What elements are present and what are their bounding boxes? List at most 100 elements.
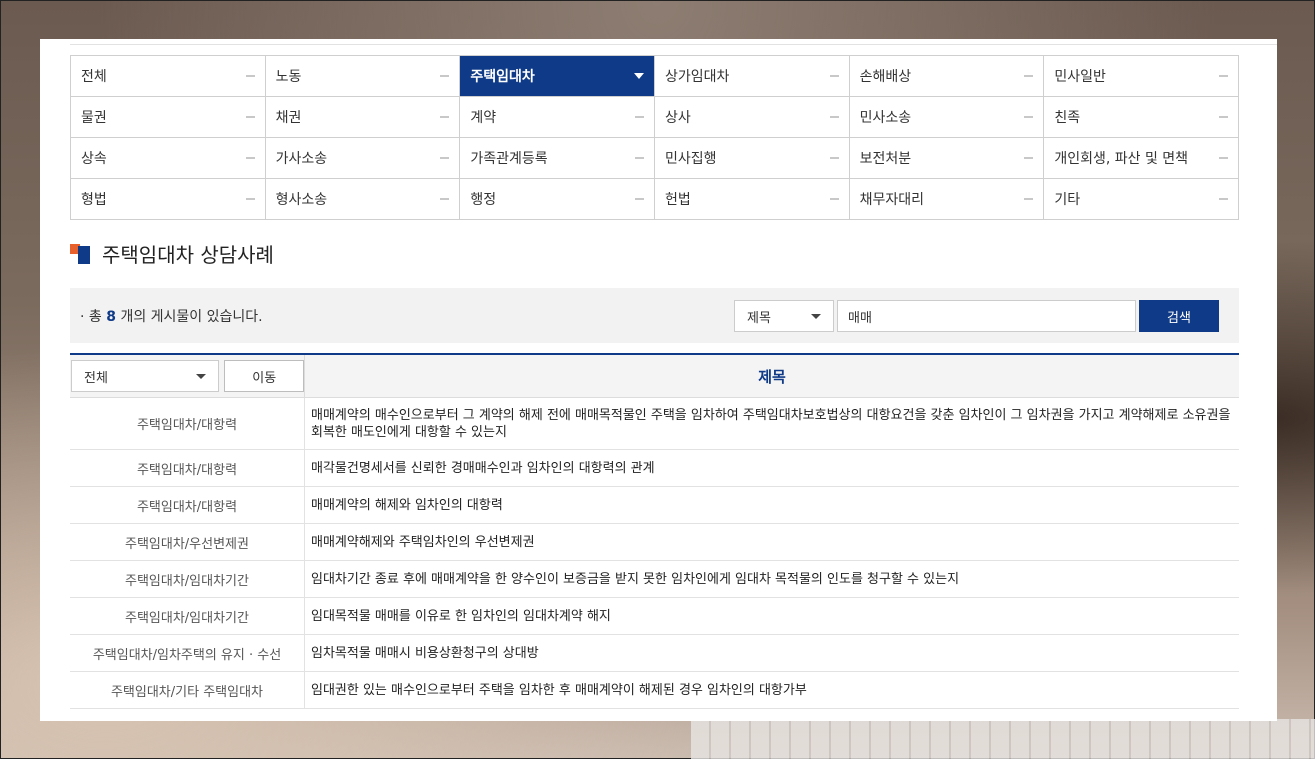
category-label: 민사집행 <box>665 151 717 167</box>
minus-icon <box>440 116 450 118</box>
minus-icon <box>1024 198 1034 200</box>
row-title-link[interactable]: 매각물건명세서를 신뢰한 경매매수인과 임차인의 대항력의 관계 <box>305 450 1239 486</box>
row-category: 주택임대차/임차주택의 유지 · 수선 <box>70 635 305 671</box>
category-label: 상속 <box>81 151 107 167</box>
row-title-link[interactable]: 임차목적물 매매시 비용상환청구의 상대방 <box>305 635 1239 671</box>
minus-icon <box>635 116 644 118</box>
category-label: 친족 <box>1054 110 1081 126</box>
category-item[interactable]: 민사집행 <box>655 138 850 179</box>
row-title-link[interactable]: 임대권한 있는 매수인으로부터 주택을 임차한 후 매매계약이 해제된 경우 임… <box>305 672 1239 708</box>
post-count: · 총 8 개의 게시물이 있습니다. <box>80 308 263 325</box>
row-title-link[interactable]: 매매계약의 매수인으로부터 그 계약의 해제 전에 매매목적물인 주택을 임차하… <box>305 398 1239 449</box>
table-row[interactable]: 주택임대차/대항력 매매계약의 매수인으로부터 그 계약의 해제 전에 매매목적물… <box>70 398 1239 450</box>
minus-icon <box>1024 75 1034 77</box>
minus-icon <box>440 75 450 77</box>
category-item[interactable]: 행정 <box>460 179 655 220</box>
table-row[interactable]: 주택임대차/임차주택의 유지 · 수선 임차목적물 매매시 비용상환청구의 상대방 <box>70 635 1239 672</box>
category-item[interactable]: 손해배상 <box>849 56 1045 97</box>
category-item[interactable]: 가족관계등록 <box>460 138 655 179</box>
category-item[interactable]: 형법 <box>71 179 266 220</box>
search-button[interactable]: 검색 <box>1139 300 1219 332</box>
category-label: 채무자대리 <box>859 192 925 208</box>
category-label: 가족관계등록 <box>470 151 548 167</box>
table-row[interactable]: 주택임대차/임대차기간 임대목적물 매매를 이유로 한 임차인의 임대차계약 해지 <box>70 598 1239 635</box>
row-category: 주택임대차/임대차기간 <box>70 561 305 597</box>
category-label: 가사소송 <box>275 151 328 167</box>
category-item[interactable]: 상속 <box>71 138 266 179</box>
category-label: 보전처분 <box>859 151 912 167</box>
search-bar: · 총 8 개의 게시물이 있습니다. 제목 검색 <box>70 288 1239 343</box>
row-category: 주택임대차/대항력 <box>70 487 305 523</box>
minus-icon <box>1024 116 1034 118</box>
minus-icon <box>245 198 255 200</box>
category-item[interactable]: 노동 <box>265 56 461 97</box>
page-title: 주택임대차 상담사례 <box>102 243 274 267</box>
minus-icon <box>635 198 644 200</box>
post-count-number: 8 <box>106 308 116 325</box>
table-row[interactable]: 주택임대차/우선변제권 매매계약해제와 주택임차인의 우선변제권 <box>70 524 1239 561</box>
minus-icon <box>1219 198 1228 200</box>
category-item[interactable]: 주택임대차 <box>460 56 655 97</box>
table-body: 주택임대차/대항력 매매계약의 매수인으로부터 그 계약의 해제 전에 매매목적물… <box>70 398 1239 709</box>
category-label: 주택임대차 <box>470 69 535 85</box>
minus-icon <box>1219 116 1228 118</box>
category-item[interactable]: 채권 <box>265 97 461 138</box>
category-item[interactable]: 친족 <box>1044 97 1239 138</box>
category-item[interactable]: 헌법 <box>655 179 850 220</box>
table-row[interactable]: 주택임대차/대항력 매각물건명세서를 신뢰한 경매매수인과 임차인의 대항력의 관… <box>70 450 1239 487</box>
row-title-link[interactable]: 임대차기간 종료 후에 매매계약을 한 양수인이 보증금을 받지 못한 임차인에… <box>305 561 1239 597</box>
caret-down-icon <box>634 73 644 79</box>
top-divider <box>70 39 1277 45</box>
row-title-link[interactable]: 매매계약해제와 주택임차인의 우선변제권 <box>305 524 1239 560</box>
category-item[interactable]: 보전처분 <box>849 138 1045 179</box>
row-title-link[interactable]: 임대목적물 매매를 이유로 한 임차인의 임대차계약 해지 <box>305 598 1239 634</box>
minus-icon <box>829 116 839 118</box>
category-item[interactable]: 형사소송 <box>265 179 461 220</box>
minus-icon <box>245 157 255 159</box>
row-category: 주택임대차/대항력 <box>70 450 305 486</box>
category-label: 형사소송 <box>275 192 328 208</box>
category-label: 물권 <box>81 110 107 126</box>
category-item[interactable]: 기타 <box>1044 179 1239 220</box>
content-panel: 전체 노동 주택임대차 상가임대차 손해배상 민사일반물권 채권 계약 상사 민사소송 친족상속 가사… <box>40 39 1277 721</box>
category-label: 상사 <box>665 110 691 126</box>
minus-icon <box>1219 157 1228 159</box>
table-row[interactable]: 주택임대차/임대차기간 임대차기간 종료 후에 매매계약을 한 양수인이 보증금을… <box>70 561 1239 598</box>
row-title-link[interactable]: 매매계약의 해제와 임차인의 대항력 <box>305 487 1239 523</box>
category-label: 형법 <box>81 192 107 208</box>
row-category: 주택임대차/기타 주택임대차 <box>70 672 305 708</box>
category-item[interactable]: 민사소송 <box>849 97 1045 138</box>
category-label: 민사일반 <box>1054 69 1106 85</box>
search-field-select[interactable]: 제목 <box>734 300 834 332</box>
background-photo <box>691 719 1315 759</box>
category-item[interactable]: 전체 <box>71 56 266 97</box>
minus-icon <box>245 116 255 118</box>
table-row[interactable]: 주택임대차/대항력 매매계약의 해제와 임차인의 대항력 <box>70 487 1239 524</box>
category-label: 노동 <box>275 69 302 85</box>
category-item[interactable]: 민사일반 <box>1044 56 1239 97</box>
table-row[interactable]: 주택임대차/기타 주택임대차 임대권한 있는 매수인으로부터 주택을 임차한 후 … <box>70 672 1239 709</box>
category-item[interactable]: 상가임대차 <box>655 56 850 97</box>
minus-icon <box>440 157 450 159</box>
category-item[interactable]: 가사소송 <box>265 138 461 179</box>
category-item[interactable]: 물권 <box>71 97 266 138</box>
minus-icon <box>829 75 839 77</box>
category-filter-select[interactable]: 전체 <box>71 360 220 392</box>
category-item[interactable]: 상사 <box>655 97 850 138</box>
row-category: 주택임대차/임대차기간 <box>70 598 305 634</box>
category-label: 민사소송 <box>859 110 912 126</box>
chevron-down-icon <box>196 373 207 379</box>
category-label: 행정 <box>470 192 497 208</box>
category-item[interactable]: 계약 <box>460 97 655 138</box>
row-category: 주택임대차/대항력 <box>70 398 305 449</box>
table-header: 전체 이동 제목 <box>70 355 1239 398</box>
category-item[interactable]: 개인회생, 파산 및 면책 <box>1044 138 1239 179</box>
category-label: 상가임대차 <box>665 69 730 85</box>
section-heading: 주택임대차 상담사례 <box>70 239 274 268</box>
category-label: 채권 <box>275 110 302 126</box>
category-item[interactable]: 채무자대리 <box>849 179 1045 220</box>
minus-icon <box>440 198 450 200</box>
search-input[interactable] <box>837 300 1136 332</box>
category-label: 개인회생, 파산 및 면책 <box>1054 151 1189 167</box>
move-button[interactable]: 이동 <box>224 360 304 392</box>
